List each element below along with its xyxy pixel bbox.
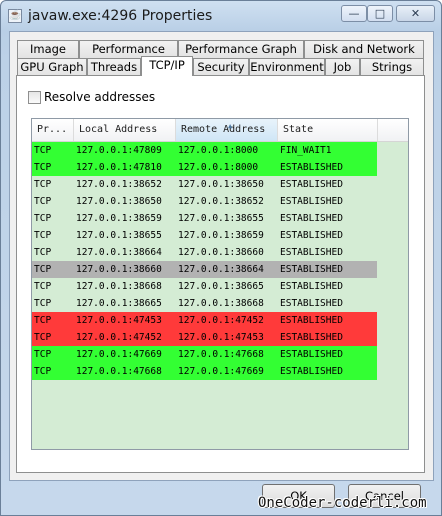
remote-address-cell: 127.0.0.1:47453 bbox=[178, 332, 264, 343]
protocol-cell: TCP bbox=[34, 213, 52, 224]
protocol-cell: TCP bbox=[34, 315, 52, 326]
state-cell: ESTABLISHED bbox=[280, 264, 343, 275]
table-body: TCP 127.0.0.1:47809 127.0.0.1:8000 FIN_WAIT… bbox=[32, 142, 408, 380]
protocol-cell: TCP bbox=[34, 298, 52, 309]
protocol-cell: TCP bbox=[34, 145, 52, 156]
local-address-cell: 127.0.0.1:47453 bbox=[76, 315, 162, 326]
tab-job[interactable]: Job bbox=[325, 58, 360, 76]
local-address-cell: 127.0.0.1:47452 bbox=[76, 332, 162, 343]
close-button[interactable]: ✕ bbox=[396, 5, 435, 22]
table-row[interactable]: TCP 127.0.0.1:38655 127.0.0.1:38659 ESTABLI… bbox=[32, 227, 377, 244]
resolve-addresses-checkbox[interactable] bbox=[28, 91, 41, 104]
tab-image[interactable]: Image bbox=[17, 40, 79, 58]
tab-threads[interactable]: Threads bbox=[87, 58, 141, 76]
maximize-button[interactable]: □ bbox=[367, 5, 393, 22]
tab-disk-and-network[interactable]: Disk and Network bbox=[304, 40, 424, 58]
column-header-remote-address[interactable]: ▲ Remote Address bbox=[176, 119, 278, 141]
table-row[interactable]: TCP 127.0.0.1:47669 127.0.0.1:47668 ESTABLI… bbox=[32, 346, 377, 363]
state-cell: ESTABLISHED bbox=[280, 315, 343, 326]
sort-ascending-icon: ▲ bbox=[228, 122, 233, 130]
remote-address-cell: 127.0.0.1:47452 bbox=[178, 315, 264, 326]
table-row[interactable]: TCP 127.0.0.1:47453 127.0.0.1:47452 ESTABLI… bbox=[32, 312, 377, 329]
local-address-cell: 127.0.0.1:47809 bbox=[76, 145, 162, 156]
remote-address-cell: 127.0.0.1:38665 bbox=[178, 281, 264, 292]
state-cell: ESTABLISHED bbox=[280, 298, 343, 309]
state-cell: FIN_WAIT1 bbox=[280, 145, 332, 156]
local-address-cell: 127.0.0.1:38659 bbox=[76, 213, 162, 224]
state-cell: ESTABLISHED bbox=[280, 247, 343, 258]
local-address-cell: 127.0.0.1:38655 bbox=[76, 230, 162, 241]
state-cell: ESTABLISHED bbox=[280, 213, 343, 224]
table-row[interactable]: TCP 127.0.0.1:38665 127.0.0.1:38668 ESTABLI… bbox=[32, 295, 377, 312]
title-bar[interactable]: ☕ javaw.exe:4296 Properties — □ ✕ bbox=[1, 1, 441, 31]
protocol-cell: TCP bbox=[34, 162, 52, 173]
connections-table[interactable]: Pr... Local Address ▲ Remote Address Sta… bbox=[31, 118, 409, 450]
local-address-cell: 127.0.0.1:38668 bbox=[76, 281, 162, 292]
tab-gpu-graph[interactable]: GPU Graph bbox=[17, 58, 87, 76]
table-header: Pr... Local Address ▲ Remote Address Sta… bbox=[32, 119, 408, 142]
remote-address-cell: 127.0.0.1:38650 bbox=[178, 179, 264, 190]
local-address-cell: 127.0.0.1:38664 bbox=[76, 247, 162, 258]
column-header-protocol[interactable]: Pr... bbox=[32, 119, 74, 141]
local-address-cell: 127.0.0.1:38650 bbox=[76, 196, 162, 207]
remote-address-cell: 127.0.0.1:47668 bbox=[178, 349, 264, 360]
table-row[interactable]: TCP 127.0.0.1:47668 127.0.0.1:47669 ESTABLI… bbox=[32, 363, 377, 380]
watermark-text: OneCoder-coderli.com bbox=[258, 495, 427, 511]
table-row[interactable]: TCP 127.0.0.1:38664 127.0.0.1:38660 ESTABLI… bbox=[32, 244, 377, 261]
protocol-cell: TCP bbox=[34, 366, 52, 377]
protocol-cell: TCP bbox=[34, 247, 52, 258]
table-row[interactable]: TCP 127.0.0.1:47810 127.0.0.1:8000 ESTABLIS… bbox=[32, 159, 377, 176]
state-cell: ESTABLISHED bbox=[280, 349, 343, 360]
remote-address-cell: 127.0.0.1:47669 bbox=[178, 366, 264, 377]
state-cell: ESTABLISHED bbox=[280, 332, 343, 343]
protocol-cell: TCP bbox=[34, 179, 52, 190]
protocol-cell: TCP bbox=[34, 281, 52, 292]
remote-address-cell: 127.0.0.1:8000 bbox=[178, 145, 259, 156]
table-row[interactable]: TCP 127.0.0.1:38652 127.0.0.1:38650 ESTABLI… bbox=[32, 176, 377, 193]
state-cell: ESTABLISHED bbox=[280, 366, 343, 377]
state-cell: ESTABLISHED bbox=[280, 162, 343, 173]
state-cell: ESTABLISHED bbox=[280, 281, 343, 292]
table-row[interactable]: TCP 127.0.0.1:47452 127.0.0.1:47453 ESTABLI… bbox=[32, 329, 377, 346]
remote-address-cell: 127.0.0.1:8000 bbox=[178, 162, 259, 173]
protocol-cell: TCP bbox=[34, 332, 52, 343]
tab-strings[interactable]: Strings bbox=[360, 58, 424, 76]
column-header-state[interactable]: State bbox=[278, 119, 378, 141]
local-address-cell: 127.0.0.1:47810 bbox=[76, 162, 162, 173]
table-row[interactable]: TCP 127.0.0.1:38668 127.0.0.1:38665 ESTABLI… bbox=[32, 278, 377, 295]
tab-security[interactable]: Security bbox=[193, 58, 249, 76]
tab-performance-graph[interactable]: Performance Graph bbox=[178, 40, 304, 58]
remote-address-cell: 127.0.0.1:38664 bbox=[178, 264, 264, 275]
table-row[interactable]: TCP 127.0.0.1:47809 127.0.0.1:8000 FIN_WAIT… bbox=[32, 142, 377, 159]
local-address-cell: 127.0.0.1:38665 bbox=[76, 298, 162, 309]
table-row[interactable]: TCP 127.0.0.1:38650 127.0.0.1:38652 ESTABLI… bbox=[32, 193, 377, 210]
protocol-cell: TCP bbox=[34, 349, 52, 360]
protocol-cell: TCP bbox=[34, 264, 52, 275]
java-app-icon: ☕ bbox=[8, 9, 22, 23]
column-header-remote-address-label: Remote Address bbox=[181, 124, 266, 135]
minimize-button[interactable]: — bbox=[341, 5, 367, 22]
state-cell: ESTABLISHED bbox=[280, 230, 343, 241]
resolve-addresses-label: Resolve addresses bbox=[44, 90, 156, 104]
state-cell: ESTABLISHED bbox=[280, 179, 343, 190]
local-address-cell: 127.0.0.1:47669 bbox=[76, 349, 162, 360]
table-row[interactable]: TCP 127.0.0.1:38659 127.0.0.1:38655 ESTABLI… bbox=[32, 210, 377, 227]
remote-address-cell: 127.0.0.1:38659 bbox=[178, 230, 264, 241]
state-cell: ESTABLISHED bbox=[280, 196, 343, 207]
remote-address-cell: 127.0.0.1:38652 bbox=[178, 196, 264, 207]
remote-address-cell: 127.0.0.1:38660 bbox=[178, 247, 264, 258]
tab-tcp-ip[interactable]: TCP/IP bbox=[141, 56, 193, 76]
local-address-cell: 127.0.0.1:47668 bbox=[76, 366, 162, 377]
remote-address-cell: 127.0.0.1:38655 bbox=[178, 213, 264, 224]
protocol-cell: TCP bbox=[34, 196, 52, 207]
local-address-cell: 127.0.0.1:38652 bbox=[76, 179, 162, 190]
tab-environment[interactable]: Environment bbox=[249, 58, 325, 76]
protocol-cell: TCP bbox=[34, 230, 52, 241]
window-title: javaw.exe:4296 Properties bbox=[28, 8, 213, 24]
local-address-cell: 127.0.0.1:38660 bbox=[76, 264, 162, 275]
table-row[interactable]: TCP 127.0.0.1:38660 127.0.0.1:38664 ESTABLI… bbox=[32, 261, 377, 278]
column-header-local-address[interactable]: Local Address bbox=[74, 119, 176, 141]
remote-address-cell: 127.0.0.1:38668 bbox=[178, 298, 264, 309]
